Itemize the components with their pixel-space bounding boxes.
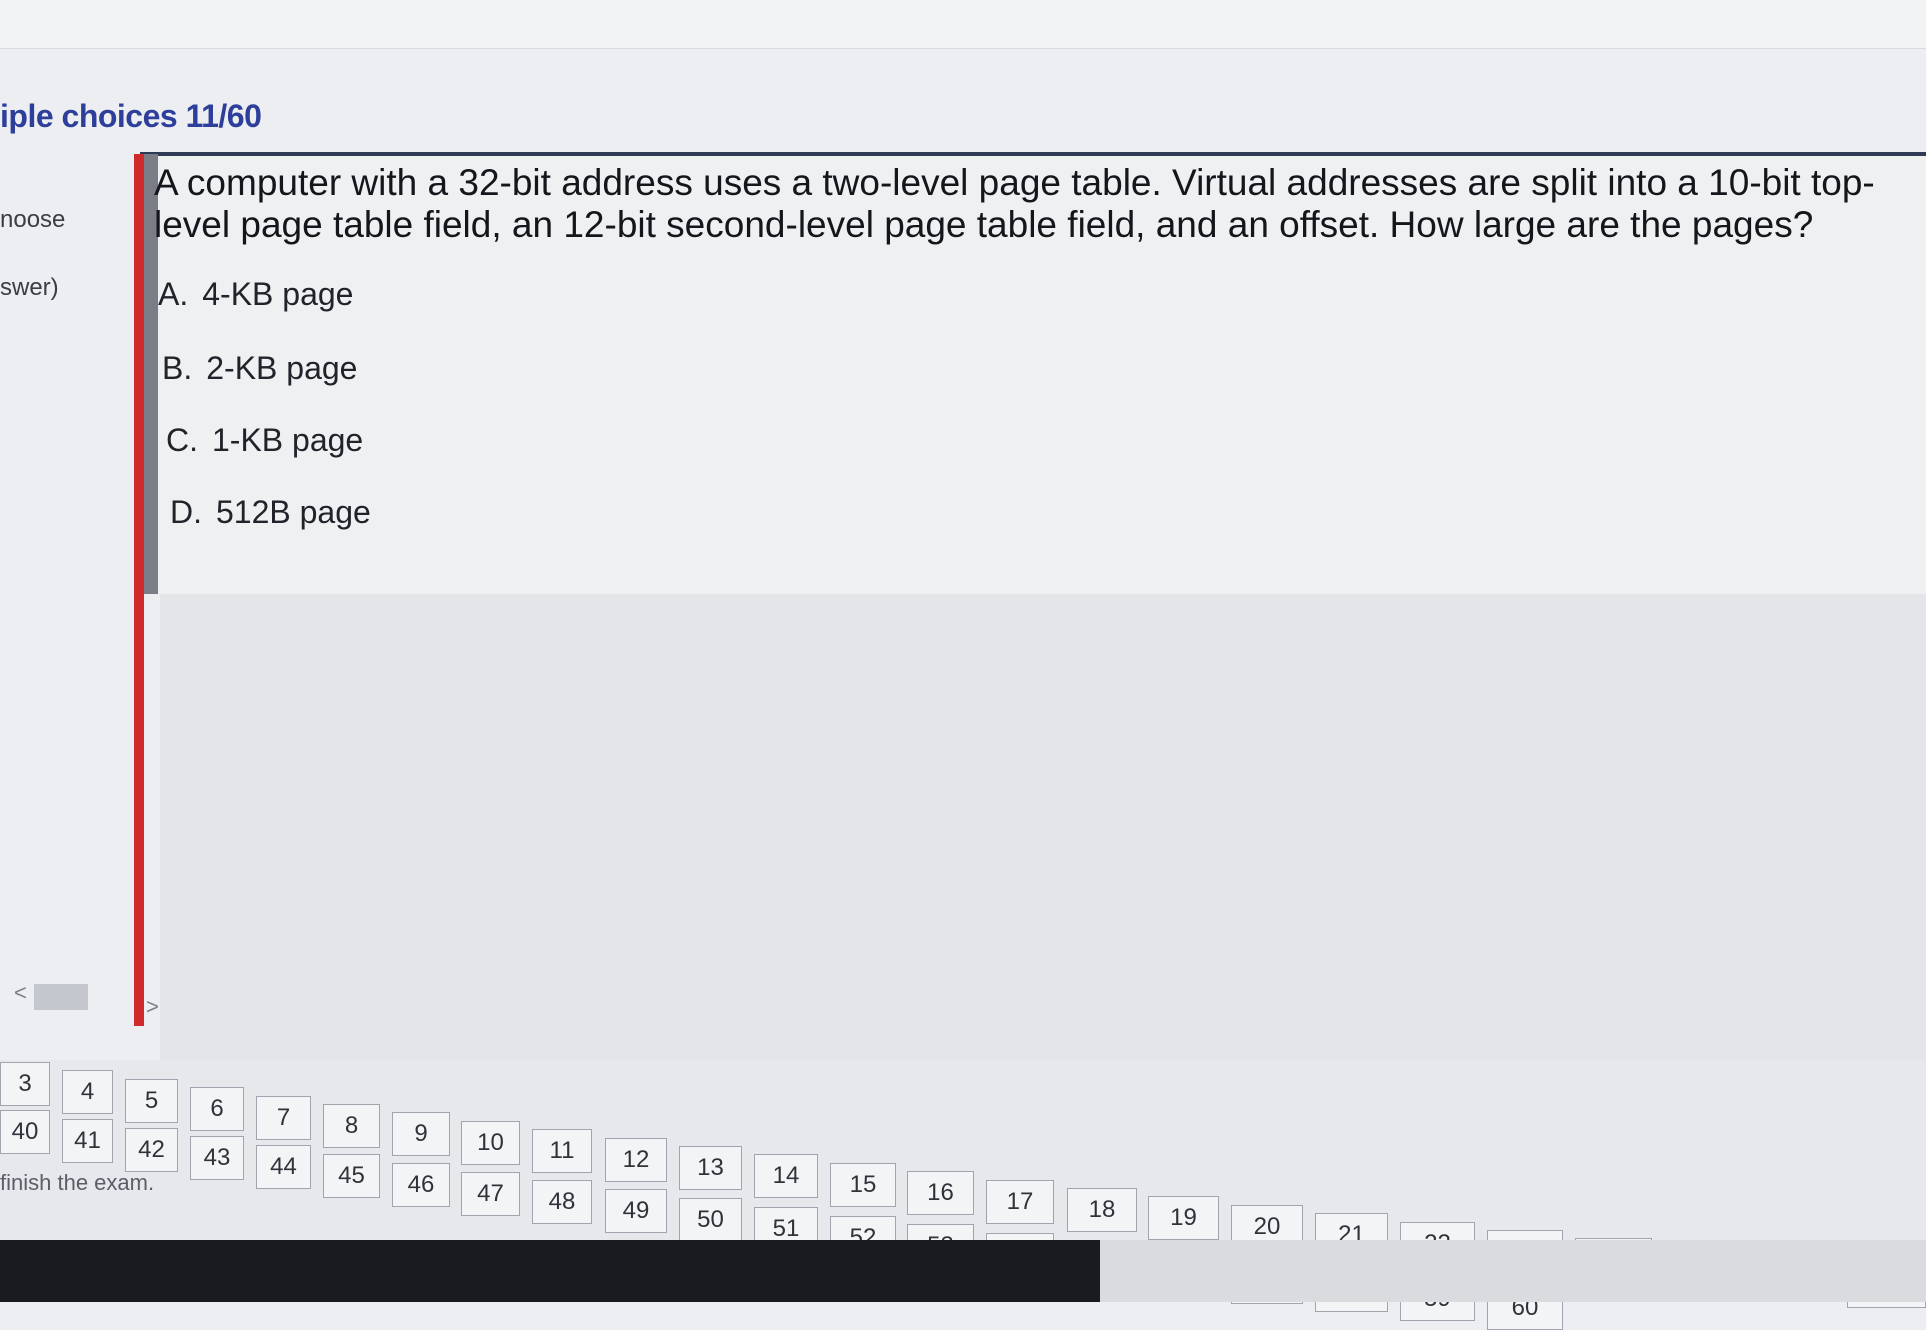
question-nav-button[interactable]: 3 <box>0 1062 50 1106</box>
question-nav-button[interactable]: 50 <box>679 1198 742 1242</box>
question-nav-button[interactable]: 18 <box>1067 1188 1137 1232</box>
question-nav-button[interactable]: 14 <box>754 1154 818 1198</box>
question-nav-button[interactable]: 10 <box>461 1121 520 1165</box>
question-nav-button[interactable]: 9 <box>392 1112 450 1156</box>
question-nav-button[interactable]: 48 <box>532 1180 592 1224</box>
navigator-overflow <box>1100 1240 1926 1302</box>
question-nav-button[interactable]: 45 <box>323 1154 380 1198</box>
option-letter: B. <box>162 350 193 386</box>
question-nav-button[interactable]: 6 <box>190 1087 244 1131</box>
current-question-marker <box>134 154 144 1026</box>
question-nav-button[interactable]: 49 <box>605 1189 667 1233</box>
question-nav-button[interactable]: 47 <box>461 1172 520 1216</box>
sidebar-answer-label: swer) <box>0 274 59 301</box>
answer-area <box>160 594 1926 1064</box>
question-nav-button[interactable]: 7 <box>256 1096 311 1140</box>
question-nav-button[interactable]: 43 <box>190 1136 244 1180</box>
option-label: 1-KB page <box>212 422 364 458</box>
question-nav-button[interactable]: 15 <box>830 1163 896 1207</box>
option-letter: D. <box>170 494 202 530</box>
option-label: 2-KB page <box>206 350 358 386</box>
option-letter: C. <box>166 422 198 458</box>
scroll-left-icon[interactable]: < <box>14 980 27 1006</box>
question-nav-button[interactable]: 12 <box>605 1138 667 1182</box>
answer-option[interactable]: A. 4-KB page <box>158 276 353 313</box>
question-nav-button[interactable]: 19 <box>1148 1196 1219 1240</box>
question-nav-button[interactable]: 40 <box>0 1110 50 1154</box>
section-title: iple choices 11/60 <box>0 98 262 134</box>
answer-option[interactable]: B. 2-KB page <box>162 350 357 387</box>
question-nav-button[interactable]: 13 <box>679 1146 742 1190</box>
sidebar-choose-label: noose <box>0 206 66 233</box>
browser-top-bar <box>0 0 1926 49</box>
scrollbar-thumb[interactable] <box>34 984 88 1010</box>
question-nav-button[interactable]: 42 <box>125 1128 178 1172</box>
question-nav-button[interactable]: 44 <box>256 1145 311 1189</box>
option-letter: A. <box>158 276 189 312</box>
question-nav-button[interactable]: 46 <box>392 1163 450 1207</box>
question-nav-button[interactable]: 11 <box>532 1129 592 1173</box>
question-nav-button[interactable]: 17 <box>986 1180 1054 1224</box>
option-label: 4-KB page <box>202 276 354 312</box>
question-nav-button[interactable]: 16 <box>907 1171 974 1215</box>
question-nav-button[interactable]: 5 <box>125 1079 178 1123</box>
answer-option[interactable]: D. 512B page <box>170 494 371 531</box>
option-label: 512B page <box>216 494 371 530</box>
scroll-right-icon[interactable]: > <box>146 994 159 1020</box>
question-nav-button[interactable]: 41 <box>62 1119 113 1163</box>
answer-option[interactable]: C. 1-KB page <box>166 422 363 459</box>
question-nav-button[interactable]: 8 <box>323 1104 380 1148</box>
finish-exam-link[interactable]: finish the exam. <box>0 1170 154 1196</box>
question-nav-button[interactable]: 4 <box>62 1070 113 1114</box>
question-text: A computer with a 32-bit address uses a … <box>154 162 1875 245</box>
